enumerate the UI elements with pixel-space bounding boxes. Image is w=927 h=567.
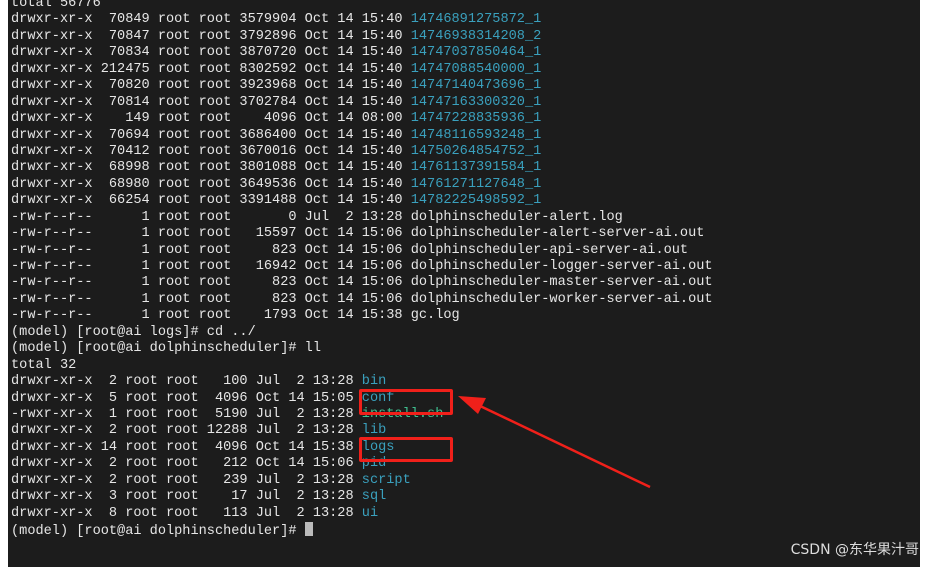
annotation-arrow-icon <box>458 396 651 489</box>
watermark: CSDN @东华果汁哥 <box>790 542 919 558</box>
